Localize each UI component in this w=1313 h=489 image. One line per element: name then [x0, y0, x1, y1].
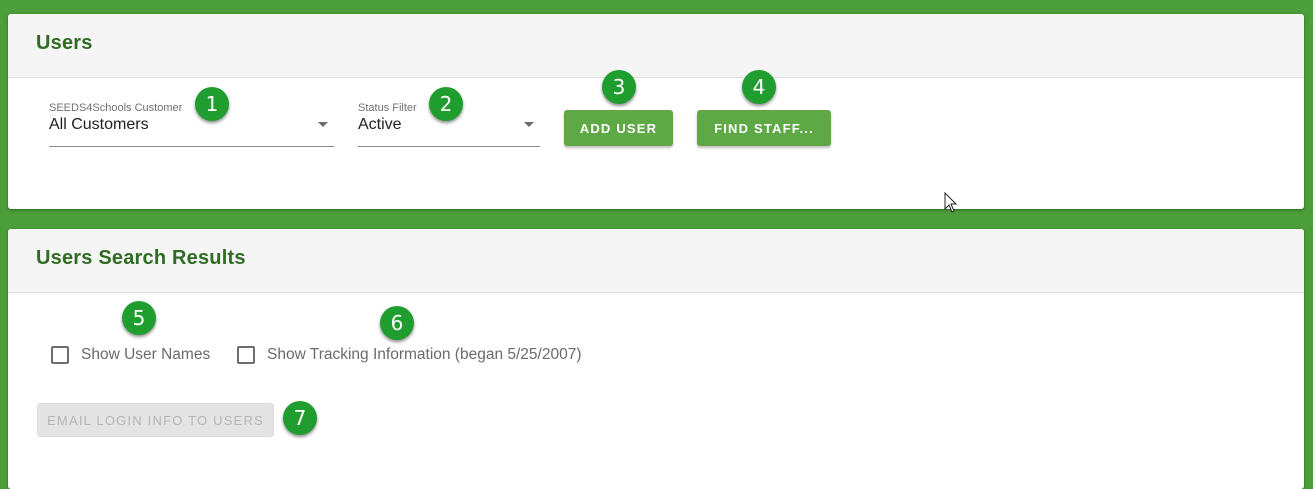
status-filter-label: Status Filter	[358, 102, 417, 114]
callout-marker-7: 7	[283, 401, 317, 435]
search-results-header: Users Search Results	[8, 229, 1304, 293]
callout-marker-2: 2	[429, 87, 463, 121]
customer-select-value: All Customers	[49, 116, 149, 133]
search-results-panel: Users Search Results Show User Names Sho…	[8, 229, 1304, 489]
show-tracking-option[interactable]: Show Tracking Information (began 5/25/20…	[237, 346, 582, 364]
callout-marker-5: 5	[122, 301, 156, 335]
show-user-names-option[interactable]: Show User Names	[51, 346, 210, 364]
caret-down-icon[interactable]	[318, 122, 328, 127]
show-tracking-label: Show Tracking Information (began 5/25/20…	[267, 346, 582, 363]
users-panel-header: Users	[8, 14, 1304, 78]
callout-marker-4: 4	[742, 70, 776, 104]
callout-marker-1: 1	[195, 87, 229, 121]
callout-marker-6: 6	[380, 306, 414, 340]
show-user-names-checkbox[interactable]	[51, 346, 69, 364]
email-login-info-button: EMAIL LOGIN INFO TO USERS	[37, 403, 274, 437]
add-user-button[interactable]: ADD USER	[564, 110, 673, 146]
customer-select-label: SEEDS4Schools Customer	[49, 102, 183, 114]
caret-down-icon[interactable]	[524, 122, 534, 127]
show-user-names-label: Show User Names	[81, 346, 211, 363]
mouse-pointer-icon	[944, 192, 958, 213]
users-panel-title: Users	[36, 32, 93, 54]
search-results-title: Users Search Results	[36, 247, 246, 269]
show-tracking-checkbox[interactable]	[237, 346, 255, 364]
customer-select[interactable]: SEEDS4Schools Customer All Customers	[49, 102, 334, 147]
find-staff-button[interactable]: FIND STAFF...	[697, 110, 831, 146]
status-filter-value: Active	[358, 116, 402, 133]
callout-marker-3: 3	[602, 70, 636, 104]
